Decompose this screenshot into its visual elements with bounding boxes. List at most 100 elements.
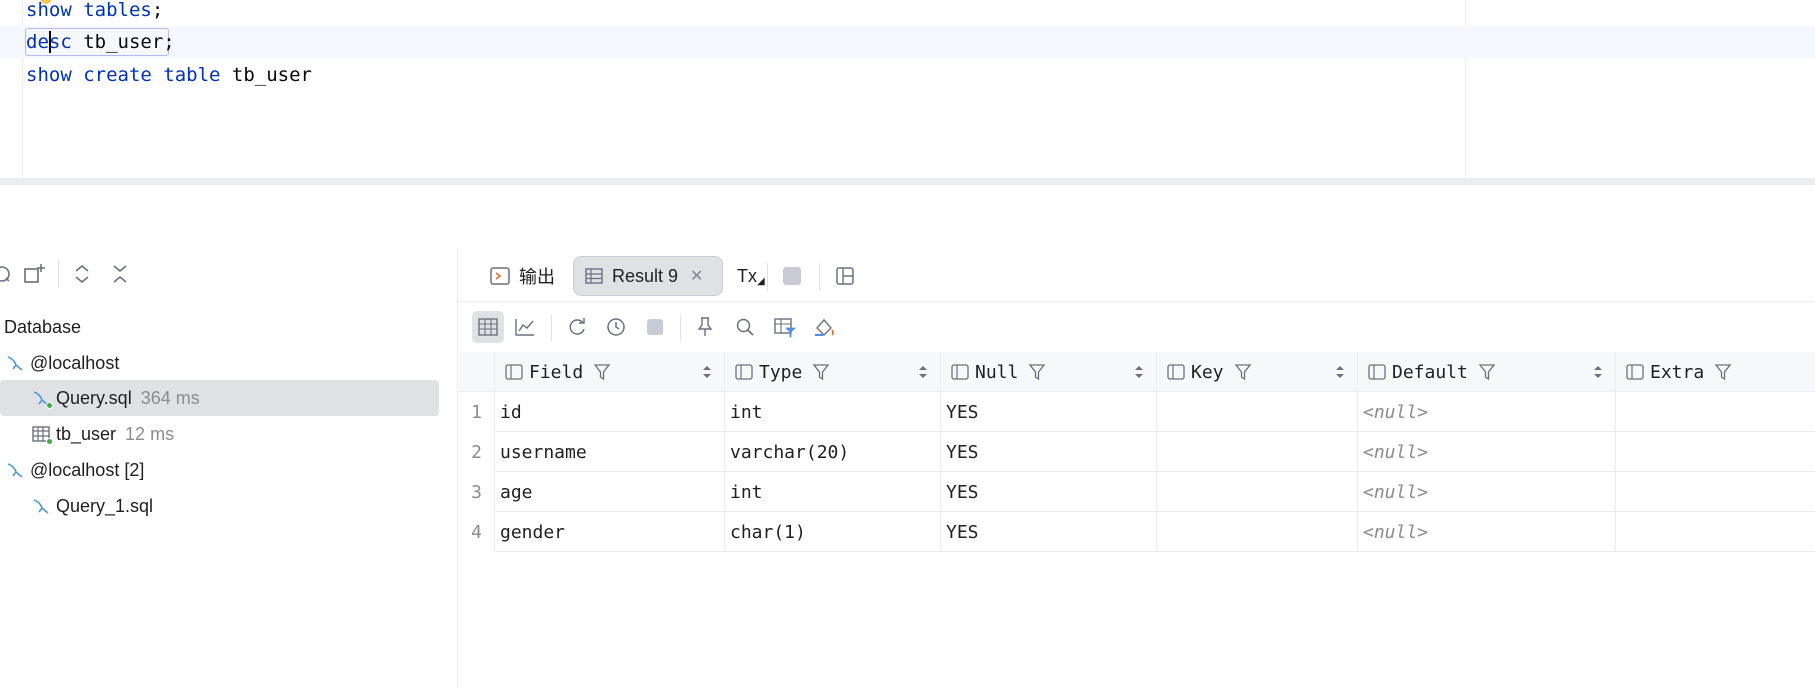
cell-type[interactable]: varchar(20) [725,432,941,472]
column-header-default[interactable]: Default [1358,352,1616,392]
cell-extra[interactable] [1616,472,1815,512]
running-indicator [46,438,53,445]
grid-header: Field Type Null Key Default Extra [459,352,1815,392]
sql-editor[interactable]: show tables; desc tb_user; show create t… [0,0,1815,181]
results-panel: 输出 Result 9 ✕ Tx ◢ Field Type Null Key D… [459,248,1815,688]
refresh-icon[interactable] [0,260,16,288]
pin-icon[interactable] [689,311,721,343]
cell-key[interactable] [1157,472,1358,512]
sort-icon[interactable] [1335,364,1345,380]
cell-null[interactable]: YES [941,512,1157,552]
close-tab-icon[interactable]: ✕ [690,266,703,286]
row-number: 3 [459,472,495,512]
layout-toggle-button[interactable] [835,256,855,296]
row-number: 4 [459,512,495,552]
collapse-all-icon[interactable] [106,260,134,288]
cell-default[interactable]: <null> [1358,472,1616,512]
cell-type[interactable]: int [725,392,941,432]
cell-null[interactable]: YES [941,472,1157,512]
column-header-null[interactable]: Null [941,352,1157,392]
table-row[interactable]: 2 username varchar(20) YES <null> [459,432,1815,472]
reload-icon[interactable] [561,311,593,343]
text-caret [49,31,51,53]
tree-item-tb-user[interactable]: tb_user 12 ms [0,416,440,452]
table-row[interactable]: 3 age int YES <null> [459,472,1815,512]
cell-type[interactable]: int [725,472,941,512]
history-clock-icon[interactable] [600,311,632,343]
cell-type[interactable]: char(1) [725,512,941,552]
running-indicator [46,402,53,409]
cell-key[interactable] [1157,392,1358,432]
tab-result-9[interactable]: Result 9 ✕ [573,256,723,296]
cell-key[interactable] [1157,512,1358,552]
paint-format-icon[interactable] [809,311,841,343]
mysql-dolphin-icon [30,495,52,517]
grid-toolbar [459,302,1815,350]
column-header-field[interactable]: Field [495,352,725,392]
tree-root-database[interactable]: Database [0,309,440,345]
tree-item-query-sql[interactable]: Query.sql 364 ms [0,380,439,416]
stop-icon [783,267,801,285]
cell-key[interactable] [1157,432,1358,472]
column-icon [1167,364,1185,380]
sort-icon[interactable] [918,364,928,380]
filter-icon[interactable] [1714,363,1732,381]
column-header-type[interactable]: Type [725,352,941,392]
tab-output[interactable]: 输出 [481,256,563,296]
cell-field[interactable]: gender [495,512,725,552]
tree-item-localhost[interactable]: @localhost [0,345,440,381]
search-icon[interactable] [729,311,761,343]
column-icon [505,364,523,380]
filter-icon[interactable] [1028,363,1046,381]
sort-icon[interactable] [702,364,712,380]
cell-null[interactable]: YES [941,392,1157,432]
filter-icon[interactable] [593,363,611,381]
column-header-key[interactable]: Key [1157,352,1358,392]
filter-icon[interactable] [812,363,830,381]
cell-default[interactable]: <null> [1358,432,1616,472]
table-icon [30,423,53,445]
cell-extra[interactable] [1616,392,1815,432]
row-number-header [459,352,495,392]
stop-query-icon[interactable] [639,311,671,343]
grid-table-icon [584,266,604,286]
cell-field[interactable]: id [495,392,725,432]
sort-icon[interactable] [1593,364,1603,380]
filter-icon[interactable] [1478,363,1496,381]
mysql-dolphin-icon [30,387,53,409]
cell-field[interactable]: username [495,432,725,472]
table-row[interactable]: 1 id int YES <null> [459,392,1815,432]
cell-extra[interactable] [1616,512,1815,552]
tree-item-query-1-sql[interactable]: Query_1.sql [0,488,440,524]
column-icon [1368,364,1386,380]
cell-default[interactable]: <null> [1358,392,1616,432]
panel-splitter[interactable] [0,178,1815,185]
sort-icon[interactable] [1134,364,1144,380]
code-line-3[interactable]: show create table tb_user [0,59,1815,91]
chart-view-icon[interactable] [509,311,541,343]
filter-table-icon[interactable] [769,311,801,343]
tabs-separator [767,263,768,291]
mysql-dolphin-icon [4,352,26,374]
toolbar-separator [680,315,681,341]
cell-null[interactable]: YES [941,432,1157,472]
table-view-icon[interactable] [472,311,504,343]
column-icon [735,364,753,380]
cell-default[interactable]: <null> [1358,512,1616,552]
code-line-2[interactable]: desc tb_user; [0,26,1815,58]
toolbar-separator [551,315,552,341]
column-header-extra[interactable]: Extra [1616,352,1815,392]
code-line-1[interactable]: show tables; [0,0,1815,26]
expand-all-icon[interactable] [68,260,96,288]
cell-extra[interactable] [1616,432,1815,472]
layout-icon [835,266,855,286]
filter-icon[interactable] [1234,363,1252,381]
results-tabs: 输出 Result 9 ✕ Tx ◢ [459,248,1815,302]
cell-field[interactable]: age [495,472,725,512]
column-icon [951,364,969,380]
stop-button[interactable] [783,256,801,296]
tx-mode-dropdown[interactable]: Tx ◢ [735,256,767,296]
table-row[interactable]: 4 gender char(1) YES <null> [459,512,1815,552]
tree-item-localhost-2[interactable]: @localhost [2] [0,452,440,488]
new-session-icon[interactable] [20,260,48,288]
